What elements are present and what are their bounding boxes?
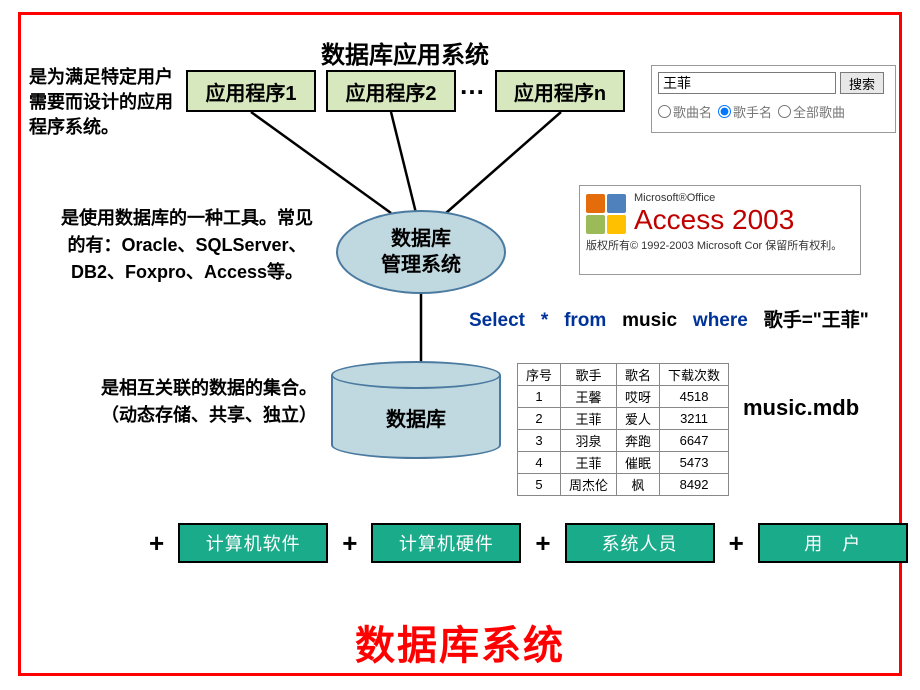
app-system-description: 是为满足特定用户需要而设计的应用程序系统。 bbox=[29, 65, 189, 141]
app-box-n: 应用程序n bbox=[495, 70, 625, 112]
music-table: 序号 歌手 歌名 下载次数 1王馨哎呀45182王菲爱人32113羽泉奔跑664… bbox=[517, 363, 729, 496]
database-node: 数据库 bbox=[331, 361, 501, 459]
app-box-2: 应用程序2 bbox=[326, 70, 456, 112]
components-row: + 计算机软件 + 计算机硬件 + 系统人员 + 用 户 bbox=[149, 523, 908, 563]
radio-singer[interactable]: 歌手名 bbox=[718, 102, 772, 121]
radio-all[interactable]: 全部歌曲 bbox=[778, 102, 845, 121]
dbms-label-2: 管理系统 bbox=[381, 252, 461, 278]
radio-song[interactable]: 歌曲名 bbox=[658, 102, 712, 121]
mdb-filename: music.mdb bbox=[743, 395, 859, 421]
office-icon bbox=[586, 194, 626, 234]
dbms-description: 是使用数据库的一种工具。常见的有：Oracle、SQLServer、DB2、Fo… bbox=[57, 205, 317, 286]
plus-4: + bbox=[729, 528, 744, 559]
dbms-label-1: 数据库 bbox=[391, 226, 451, 252]
db-system-title: 数据库系统 bbox=[21, 613, 899, 671]
table-row: 2王菲爱人3211 bbox=[518, 408, 729, 430]
search-button[interactable]: 搜索 bbox=[840, 72, 884, 94]
component-hardware: 计算机硬件 bbox=[371, 523, 521, 563]
plus-2: + bbox=[342, 528, 357, 559]
table-row: 1王馨哎呀4518 bbox=[518, 386, 729, 408]
plus-1: + bbox=[149, 528, 164, 559]
access-name: Access 2003 bbox=[634, 204, 794, 236]
app-box-1: 应用程序1 bbox=[186, 70, 316, 112]
app-ellipsis: … bbox=[459, 70, 485, 101]
ms-office-label: Microsoft®Office bbox=[634, 192, 794, 204]
component-user: 用 户 bbox=[758, 523, 908, 563]
table-row: 5周杰伦枫8492 bbox=[518, 474, 729, 496]
search-input[interactable] bbox=[658, 72, 836, 94]
access-copyright: 版权所有© 1992-2003 Microsoft Cor 保留所有权利。 bbox=[586, 240, 854, 253]
sql-statement: Select * from music where 歌手="王菲" bbox=[469, 305, 869, 332]
app-system-title: 数据库应用系统 bbox=[321, 35, 489, 70]
table-row: 4王菲催眠5473 bbox=[518, 452, 729, 474]
database-label: 数据库 bbox=[331, 403, 501, 432]
plus-3: + bbox=[535, 528, 550, 559]
dbms-node: 数据库 管理系统 bbox=[336, 210, 506, 294]
diagram-frame: 数据库应用系统 是为满足特定用户需要而设计的应用程序系统。 应用程序1 应用程序… bbox=[18, 12, 902, 676]
access-logo-panel: Microsoft®Office Access 2003 版权所有© 1992-… bbox=[579, 185, 861, 275]
search-panel: 搜索 歌曲名 歌手名 全部歌曲 bbox=[651, 65, 896, 133]
component-software: 计算机软件 bbox=[178, 523, 328, 563]
database-description: 是相互关联的数据的集合。（动态存储、共享、独立） bbox=[101, 375, 321, 429]
table-row: 3羽泉奔跑6647 bbox=[518, 430, 729, 452]
component-staff: 系统人员 bbox=[565, 523, 715, 563]
